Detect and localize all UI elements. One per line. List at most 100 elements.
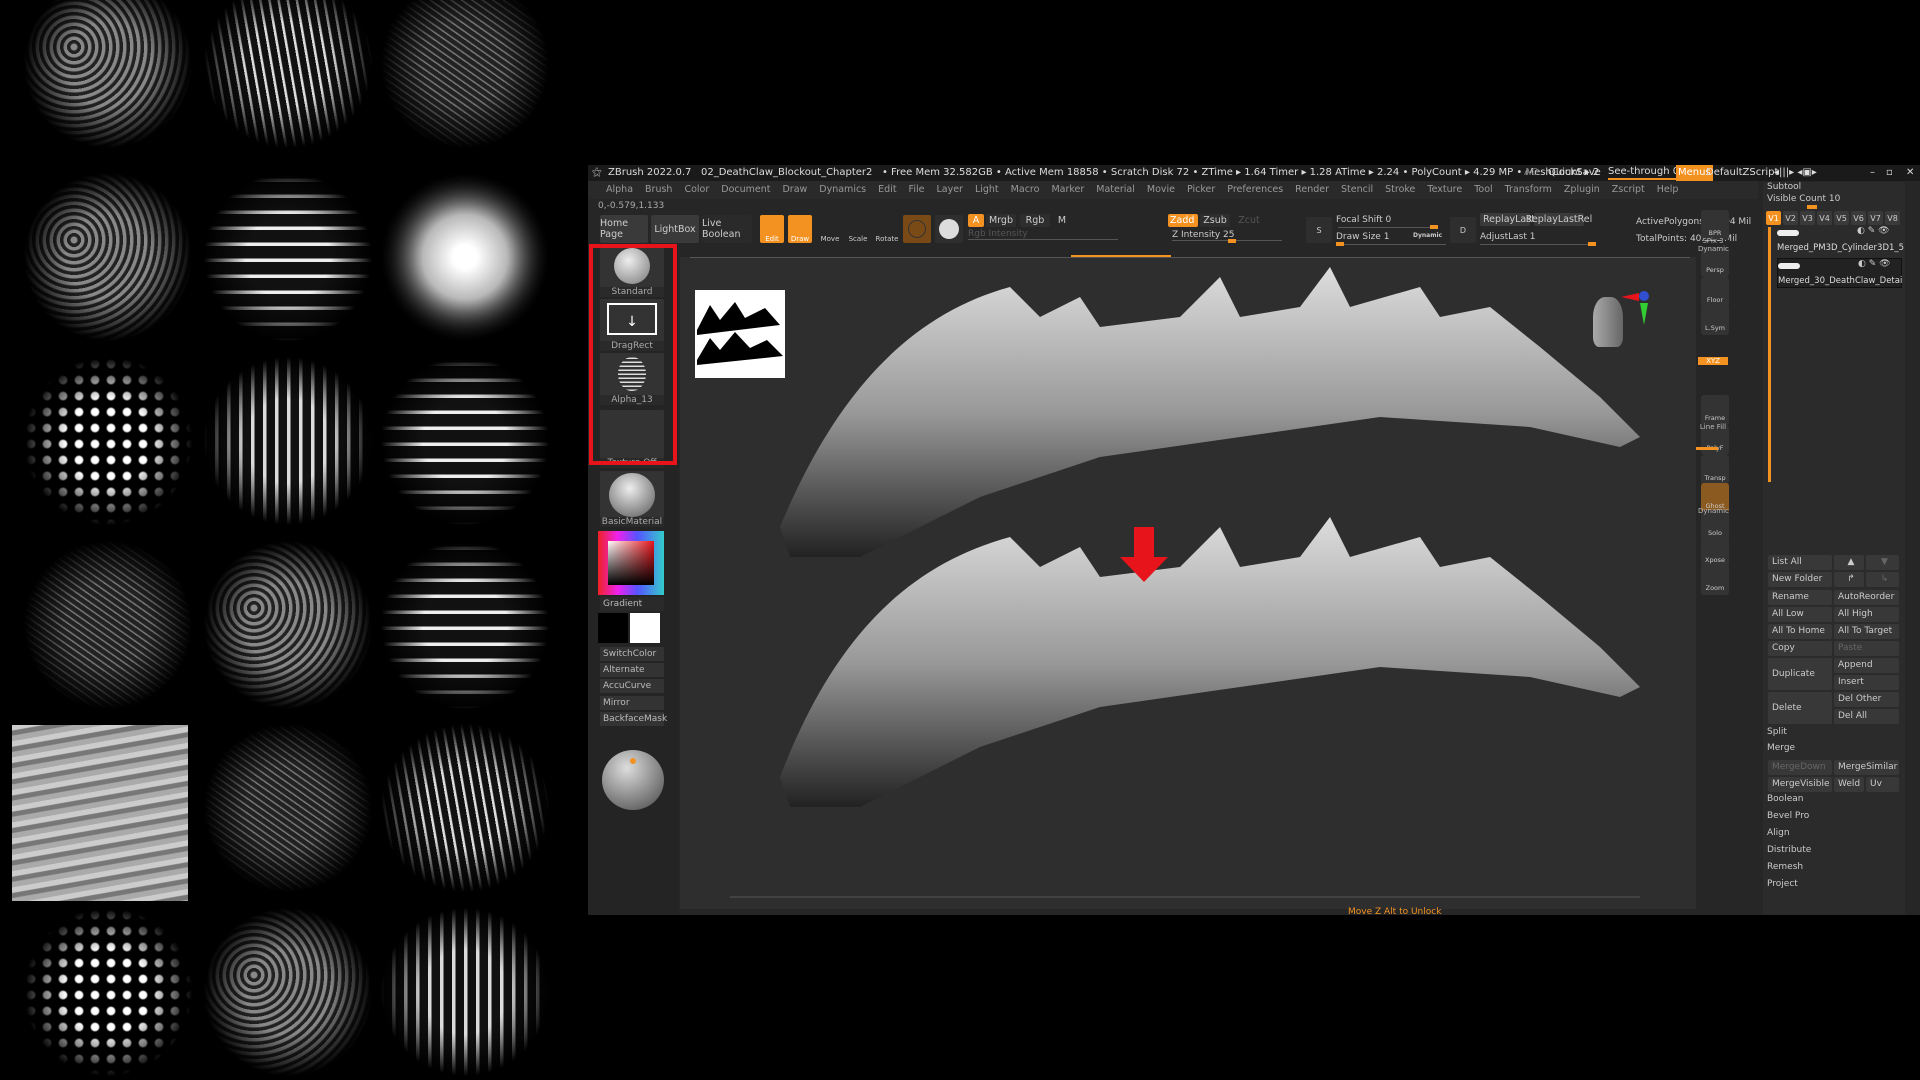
- layout-arrows-icon[interactable]: ◂|||▸ ◂▣▸: [1774, 165, 1817, 181]
- menu-stencil[interactable]: Stencil: [1335, 181, 1379, 199]
- menu-draw[interactable]: Draw: [776, 181, 813, 199]
- visibility-eye-icon[interactable]: ◐ ✎ 👁: [1857, 226, 1890, 236]
- focal-shift-slider[interactable]: Focal Shift 0: [1336, 215, 1391, 225]
- visibility-eye-icon[interactable]: ◐ ✎ 👁: [1858, 259, 1891, 269]
- accucurve-button[interactable]: AccuCurve: [600, 679, 664, 693]
- version-v5[interactable]: V5: [1834, 211, 1849, 225]
- primary-color-swatch[interactable]: [630, 613, 660, 643]
- replay-last-rel-button[interactable]: ReplayLastRel: [1526, 213, 1592, 226]
- menu-texture[interactable]: Texture: [1421, 181, 1468, 199]
- menu-transform[interactable]: Transform: [1499, 181, 1558, 199]
- version-v2[interactable]: V2: [1783, 211, 1798, 225]
- live-boolean-button[interactable]: Live Boolean: [702, 215, 752, 243]
- rename-button[interactable]: Rename: [1768, 590, 1832, 605]
- gradient-button[interactable]: Gradient: [600, 597, 664, 611]
- merge-section[interactable]: Merge: [1767, 743, 1795, 753]
- bpr-button[interactable]: BPR: [1701, 210, 1729, 240]
- menu-zplugin[interactable]: Zplugin: [1558, 181, 1606, 199]
- ac-label[interactable]: AC: [1524, 165, 1538, 181]
- rotate-button[interactable]: Rotate: [874, 215, 900, 243]
- menu-dynamics[interactable]: Dynamics: [813, 181, 872, 199]
- switch-color-button[interactable]: SwitchColor: [600, 647, 664, 661]
- del-all-button[interactable]: Del All: [1834, 709, 1899, 724]
- all-to-home-button[interactable]: All To Home: [1768, 624, 1832, 639]
- xyz-symmetry-button[interactable]: XYZ: [1698, 357, 1728, 365]
- move-into-icon[interactable]: ↱: [1834, 572, 1864, 587]
- draw-size-handle[interactable]: [1336, 242, 1344, 246]
- uv-button[interactable]: Uv: [1866, 777, 1899, 792]
- zoom-button[interactable]: Zoom: [1701, 565, 1729, 595]
- duplicate-button[interactable]: Duplicate: [1768, 658, 1832, 690]
- version-v4[interactable]: V4: [1817, 211, 1832, 225]
- version-v1[interactable]: V1: [1766, 211, 1781, 225]
- color-picker[interactable]: [598, 531, 664, 595]
- menu-edit[interactable]: Edit: [872, 181, 902, 199]
- version-v8[interactable]: V8: [1885, 211, 1900, 225]
- color-square[interactable]: [608, 541, 654, 585]
- move-button[interactable]: Move: [818, 215, 842, 243]
- subtool-title[interactable]: Subtool: [1767, 182, 1801, 192]
- backface-mask-button[interactable]: BackfaceMask: [600, 712, 667, 726]
- alternate-button[interactable]: Alternate: [600, 663, 664, 677]
- m-button[interactable]: M: [1054, 214, 1070, 227]
- menu-help[interactable]: Help: [1651, 181, 1685, 199]
- stroke-s-icon[interactable]: S: [1306, 217, 1332, 243]
- spix-slider[interactable]: [1696, 447, 1718, 450]
- dynamic-button[interactable]: Dynamic: [1413, 232, 1442, 239]
- delete-button[interactable]: Delete: [1768, 692, 1832, 724]
- light-position-handle[interactable]: [630, 758, 636, 764]
- version-v6[interactable]: V6: [1851, 211, 1866, 225]
- secondary-color-swatch[interactable]: [598, 613, 628, 643]
- zcut-button[interactable]: Zcut: [1234, 214, 1264, 227]
- zsub-button[interactable]: Zsub: [1200, 214, 1230, 227]
- weld-button[interactable]: Weld: [1834, 777, 1864, 792]
- version-v7[interactable]: V7: [1868, 211, 1883, 225]
- material-selector[interactable]: BasicMaterial: [600, 471, 664, 527]
- frame-button[interactable]: Frame: [1701, 395, 1729, 425]
- distribute-section[interactable]: Distribute: [1767, 845, 1811, 855]
- draw-size-slider[interactable]: Draw Size 1: [1336, 232, 1389, 242]
- move-out-icon[interactable]: ↳: [1866, 572, 1899, 587]
- merge-down-button[interactable]: MergeDown: [1768, 760, 1832, 775]
- draw-button[interactable]: Draw: [788, 215, 812, 243]
- menu-color[interactable]: Color: [678, 181, 715, 199]
- version-v3[interactable]: V3: [1800, 211, 1815, 225]
- merge-visible-button[interactable]: MergeVisible: [1768, 777, 1832, 792]
- edit-button[interactable]: Edit: [760, 215, 784, 243]
- replay-last-button[interactable]: ReplayLast: [1480, 213, 1535, 226]
- menu-zscript[interactable]: Zscript: [1606, 181, 1651, 199]
- menu-picker[interactable]: Picker: [1181, 181, 1221, 199]
- merge-similar-button[interactable]: MergeSimilar: [1834, 760, 1899, 775]
- stroke-d-icon[interactable]: D: [1450, 217, 1476, 243]
- paste-button[interactable]: Paste: [1834, 641, 1899, 656]
- visible-count-handle[interactable]: [1807, 205, 1817, 209]
- z-intensity-slider[interactable]: Z Intensity 25: [1172, 230, 1282, 243]
- autoreorder-button[interactable]: AutoReorder: [1834, 590, 1899, 605]
- menu-layer[interactable]: Layer: [930, 181, 969, 199]
- del-other-button[interactable]: Del Other: [1834, 692, 1899, 707]
- light-sphere[interactable]: [602, 750, 664, 810]
- bevel-pro-section[interactable]: Bevel Pro: [1767, 811, 1809, 821]
- menu-preferences[interactable]: Preferences: [1221, 181, 1289, 199]
- navigation-head-gizmo[interactable]: [1593, 287, 1649, 347]
- menu-render[interactable]: Render: [1289, 181, 1335, 199]
- subtool-scrollbar[interactable]: [1768, 227, 1771, 482]
- insert-button[interactable]: Insert: [1834, 675, 1899, 690]
- boolean-section[interactable]: Boolean: [1767, 794, 1803, 804]
- lightbox-button[interactable]: LightBox: [651, 215, 699, 243]
- mirror-button[interactable]: Mirror: [600, 696, 664, 710]
- local-symmetry-button[interactable]: L.Sym: [1701, 305, 1729, 335]
- remesh-section[interactable]: Remesh: [1767, 862, 1803, 872]
- default-zscript-button[interactable]: DefaultZScript: [1706, 165, 1778, 181]
- menu-marker[interactable]: Marker: [1045, 181, 1090, 199]
- mrgb-button[interactable]: Mrgb: [986, 214, 1016, 227]
- rgb-button[interactable]: Rgb: [1020, 214, 1050, 227]
- menu-stroke[interactable]: Stroke: [1379, 181, 1421, 199]
- floor-button[interactable]: Floor: [1701, 277, 1729, 307]
- align-section[interactable]: Align: [1767, 828, 1790, 838]
- rgb-intensity-slider[interactable]: Rgb Intensity: [968, 229, 1118, 240]
- copy-button[interactable]: Copy: [1768, 641, 1832, 656]
- home-page-button[interactable]: Home Page: [600, 215, 648, 243]
- menu-light[interactable]: Light: [969, 181, 1005, 199]
- menu-tool[interactable]: Tool: [1468, 181, 1498, 199]
